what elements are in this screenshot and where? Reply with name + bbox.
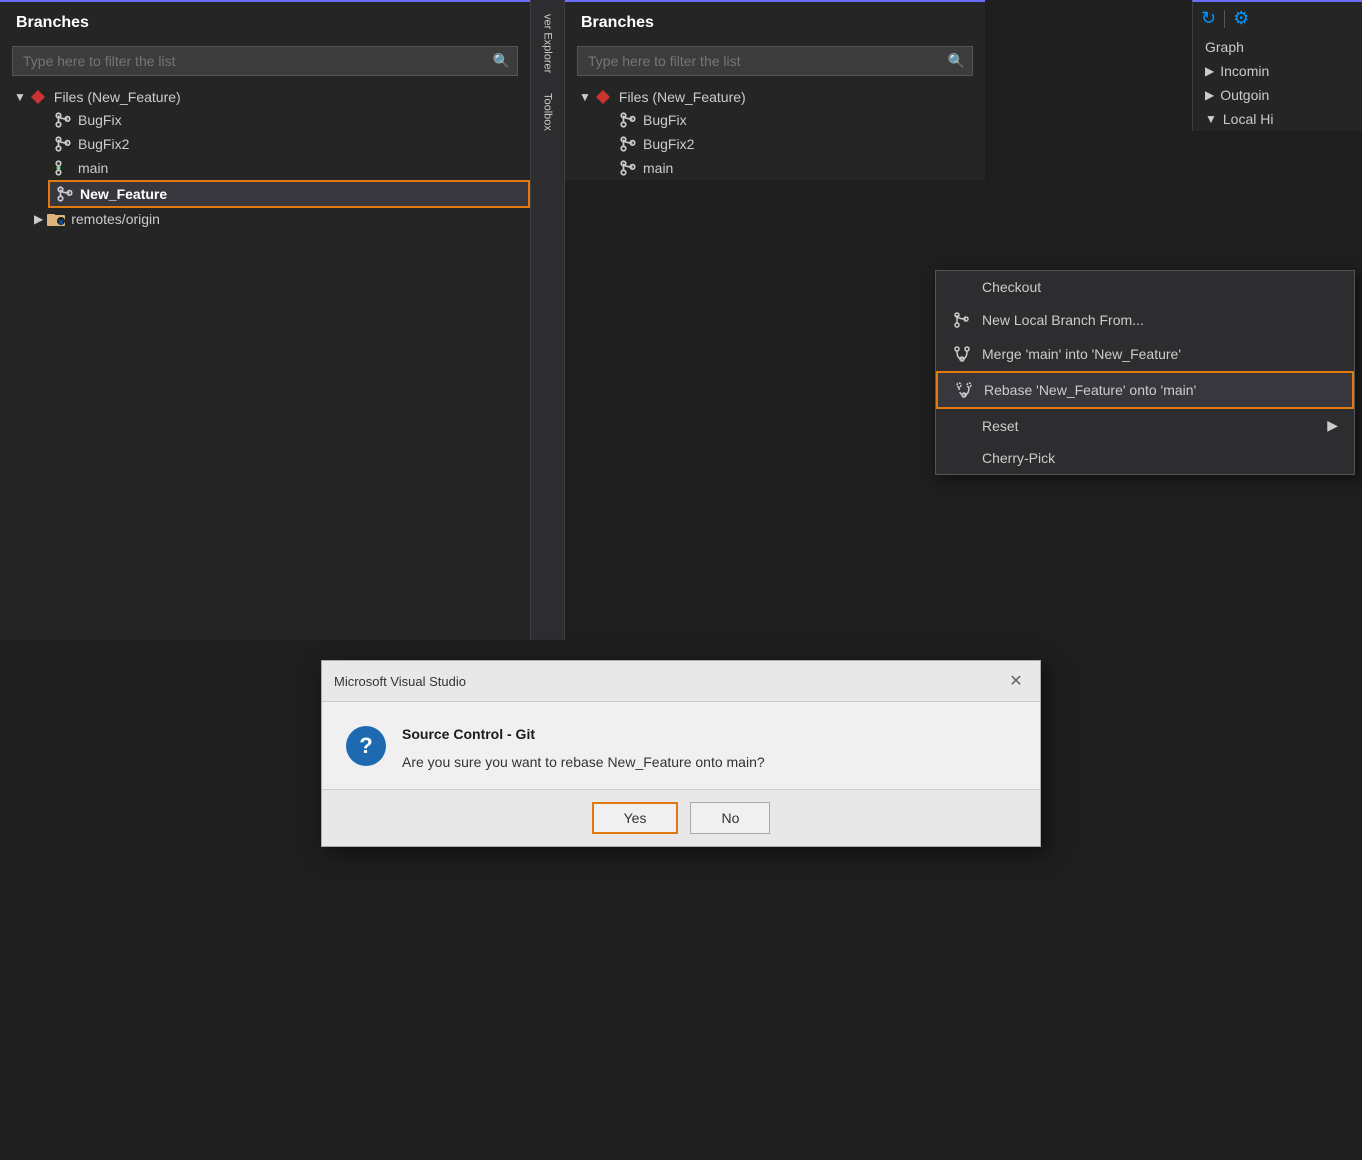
left-filter-input[interactable] [12,46,518,76]
left-branches-panel: Branches 🔍 ▼ Files (New_Feature) [0,0,530,640]
dialog-body: ? Source Control - Git Are you sure you … [322,702,1040,789]
files-expand-arrow: ▼ [14,90,26,104]
dialog-question-icon: ? [346,726,386,766]
git-branch-icon-newfeature [56,185,74,203]
dialog-yes-button[interactable]: Yes [592,802,679,834]
menu-cherrypick[interactable]: Cherry-Pick [936,442,1354,474]
dialog-title: Microsoft Visual Studio [334,674,466,689]
left-panel-title: Branches [0,2,530,40]
incoming-arrow: ▶ [1205,64,1214,78]
localhi-arrow: ▼ [1205,112,1217,126]
remotes-expand-arrow: ▶ [34,212,43,226]
dialog-content: Source Control - Git Are you sure you wa… [402,726,1016,773]
left-newfeature-item[interactable]: New_Feature [48,180,530,208]
far-right-panel: ↻ ⚙ Graph ▶ Incomin ▶ Outgoin ▼ Local Hi [1192,0,1362,131]
right-git-branch-bugfix2 [619,135,637,153]
right-main-item[interactable]: main [613,156,985,180]
left-files-item[interactable]: ▼ Files (New_Feature) [8,86,530,108]
incoming-label: Incomin [1220,63,1269,79]
vertical-tab-bar: ver Explorer Toolbox [530,0,565,640]
graph-item[interactable]: Graph [1193,35,1362,59]
dialog-titlebar: Microsoft Visual Studio ✕ [322,661,1040,702]
refresh-icon[interactable]: ↻ [1201,8,1216,29]
tab-toolbox[interactable]: Toolbox [538,83,558,141]
merge-icon [952,345,972,363]
right-filter-input[interactable] [577,46,973,76]
right-bugfix-label: BugFix [643,112,687,128]
right-files-label: Files (New_Feature) [619,89,746,105]
left-bugfix2-item[interactable]: BugFix2 [48,132,530,156]
diamond-icon [30,89,46,105]
right-branches-panel: Branches 🔍 ▼ Files (New_Feature) [565,0,985,180]
right-panel-title: Branches [565,2,985,40]
localhi-item[interactable]: ▼ Local Hi [1193,107,1362,131]
right-tree: ▼ Files (New_Feature) [565,86,985,180]
tab-ver-explorer[interactable]: ver Explorer [538,4,558,83]
right-bugfix2-item[interactable]: BugFix2 [613,132,985,156]
incoming-item[interactable]: ▶ Incomin [1193,59,1362,83]
left-tree: ▼ Files (New_Feature) [0,86,530,230]
toolbar-separator [1224,10,1225,28]
menu-rebase[interactable]: Rebase 'New_Feature' onto 'main' [936,371,1354,409]
localhi-label: Local Hi [1223,111,1274,127]
svg-text:✕: ✕ [58,218,65,227]
outgoing-item[interactable]: ▶ Outgoin [1193,83,1362,107]
right-filter-wrap: 🔍 [577,46,973,76]
dialog: Microsoft Visual Studio ✕ ? Source Contr… [321,660,1041,847]
left-filter-wrap: 🔍 [12,46,518,76]
left-bugfix-label: BugFix [78,112,122,128]
right-main-label: main [643,160,673,176]
dialog-message: Are you sure you want to rebase New_Feat… [402,752,1016,773]
right-diamond-icon [595,89,611,105]
git-branch-icon-bugfix2 [54,135,72,153]
right-files-item[interactable]: ▼ Files (New_Feature) [573,86,985,108]
git-branch-icon-main [54,159,72,177]
dialog-section-title: Source Control - Git [402,726,1016,742]
outgoing-label: Outgoin [1220,87,1269,103]
menu-checkout[interactable]: Checkout [936,271,1354,303]
context-menu: Checkout New Local Branch From... [935,270,1355,475]
git-branch-icon-bugfix [54,111,72,129]
new-branch-icon [952,311,972,329]
dialog-no-button[interactable]: No [690,802,770,834]
right-bugfix-item[interactable]: BugFix [613,108,985,132]
left-remotes-item[interactable]: ▶ ✕ remotes/origin [28,208,530,230]
left-main-item[interactable]: main [48,156,530,180]
left-bugfix-item[interactable]: BugFix [48,108,530,132]
left-files-label: Files (New_Feature) [54,89,181,105]
right-area: Branches 🔍 ▼ Files (New_Feature) [565,0,1362,640]
folder-icon-remotes: ✕ [47,211,65,227]
menu-reset[interactable]: Reset ▶ [936,409,1354,442]
right-search-icon: 🔍 [948,53,965,70]
left-bugfix2-label: BugFix2 [78,136,129,152]
left-main-label: main [78,160,108,176]
left-remotes-label: remotes/origin [71,211,160,227]
right-git-branch-main [619,159,637,177]
right-bugfix2-label: BugFix2 [643,136,694,152]
dialog-footer: Yes No [322,789,1040,846]
bottom-area: Microsoft Visual Studio ✕ ? Source Contr… [0,640,1362,1160]
right-files-expand-arrow: ▼ [579,90,591,104]
toolbar-icons: ↻ ⚙ [1193,2,1362,35]
left-newfeature-label: New_Feature [80,186,167,202]
rebase-icon [954,381,974,399]
menu-merge[interactable]: Merge 'main' into 'New_Feature' [936,337,1354,371]
outgoing-arrow: ▶ [1205,88,1214,102]
dialog-close-button[interactable]: ✕ [1004,669,1028,693]
reset-arrow-icon: ▶ [1327,417,1338,434]
right-git-branch-bugfix [619,111,637,129]
settings-icon[interactable]: ⚙ [1233,8,1249,29]
menu-new-local-branch[interactable]: New Local Branch From... [936,303,1354,337]
left-search-icon: 🔍 [493,53,510,70]
graph-label: Graph [1205,39,1244,55]
